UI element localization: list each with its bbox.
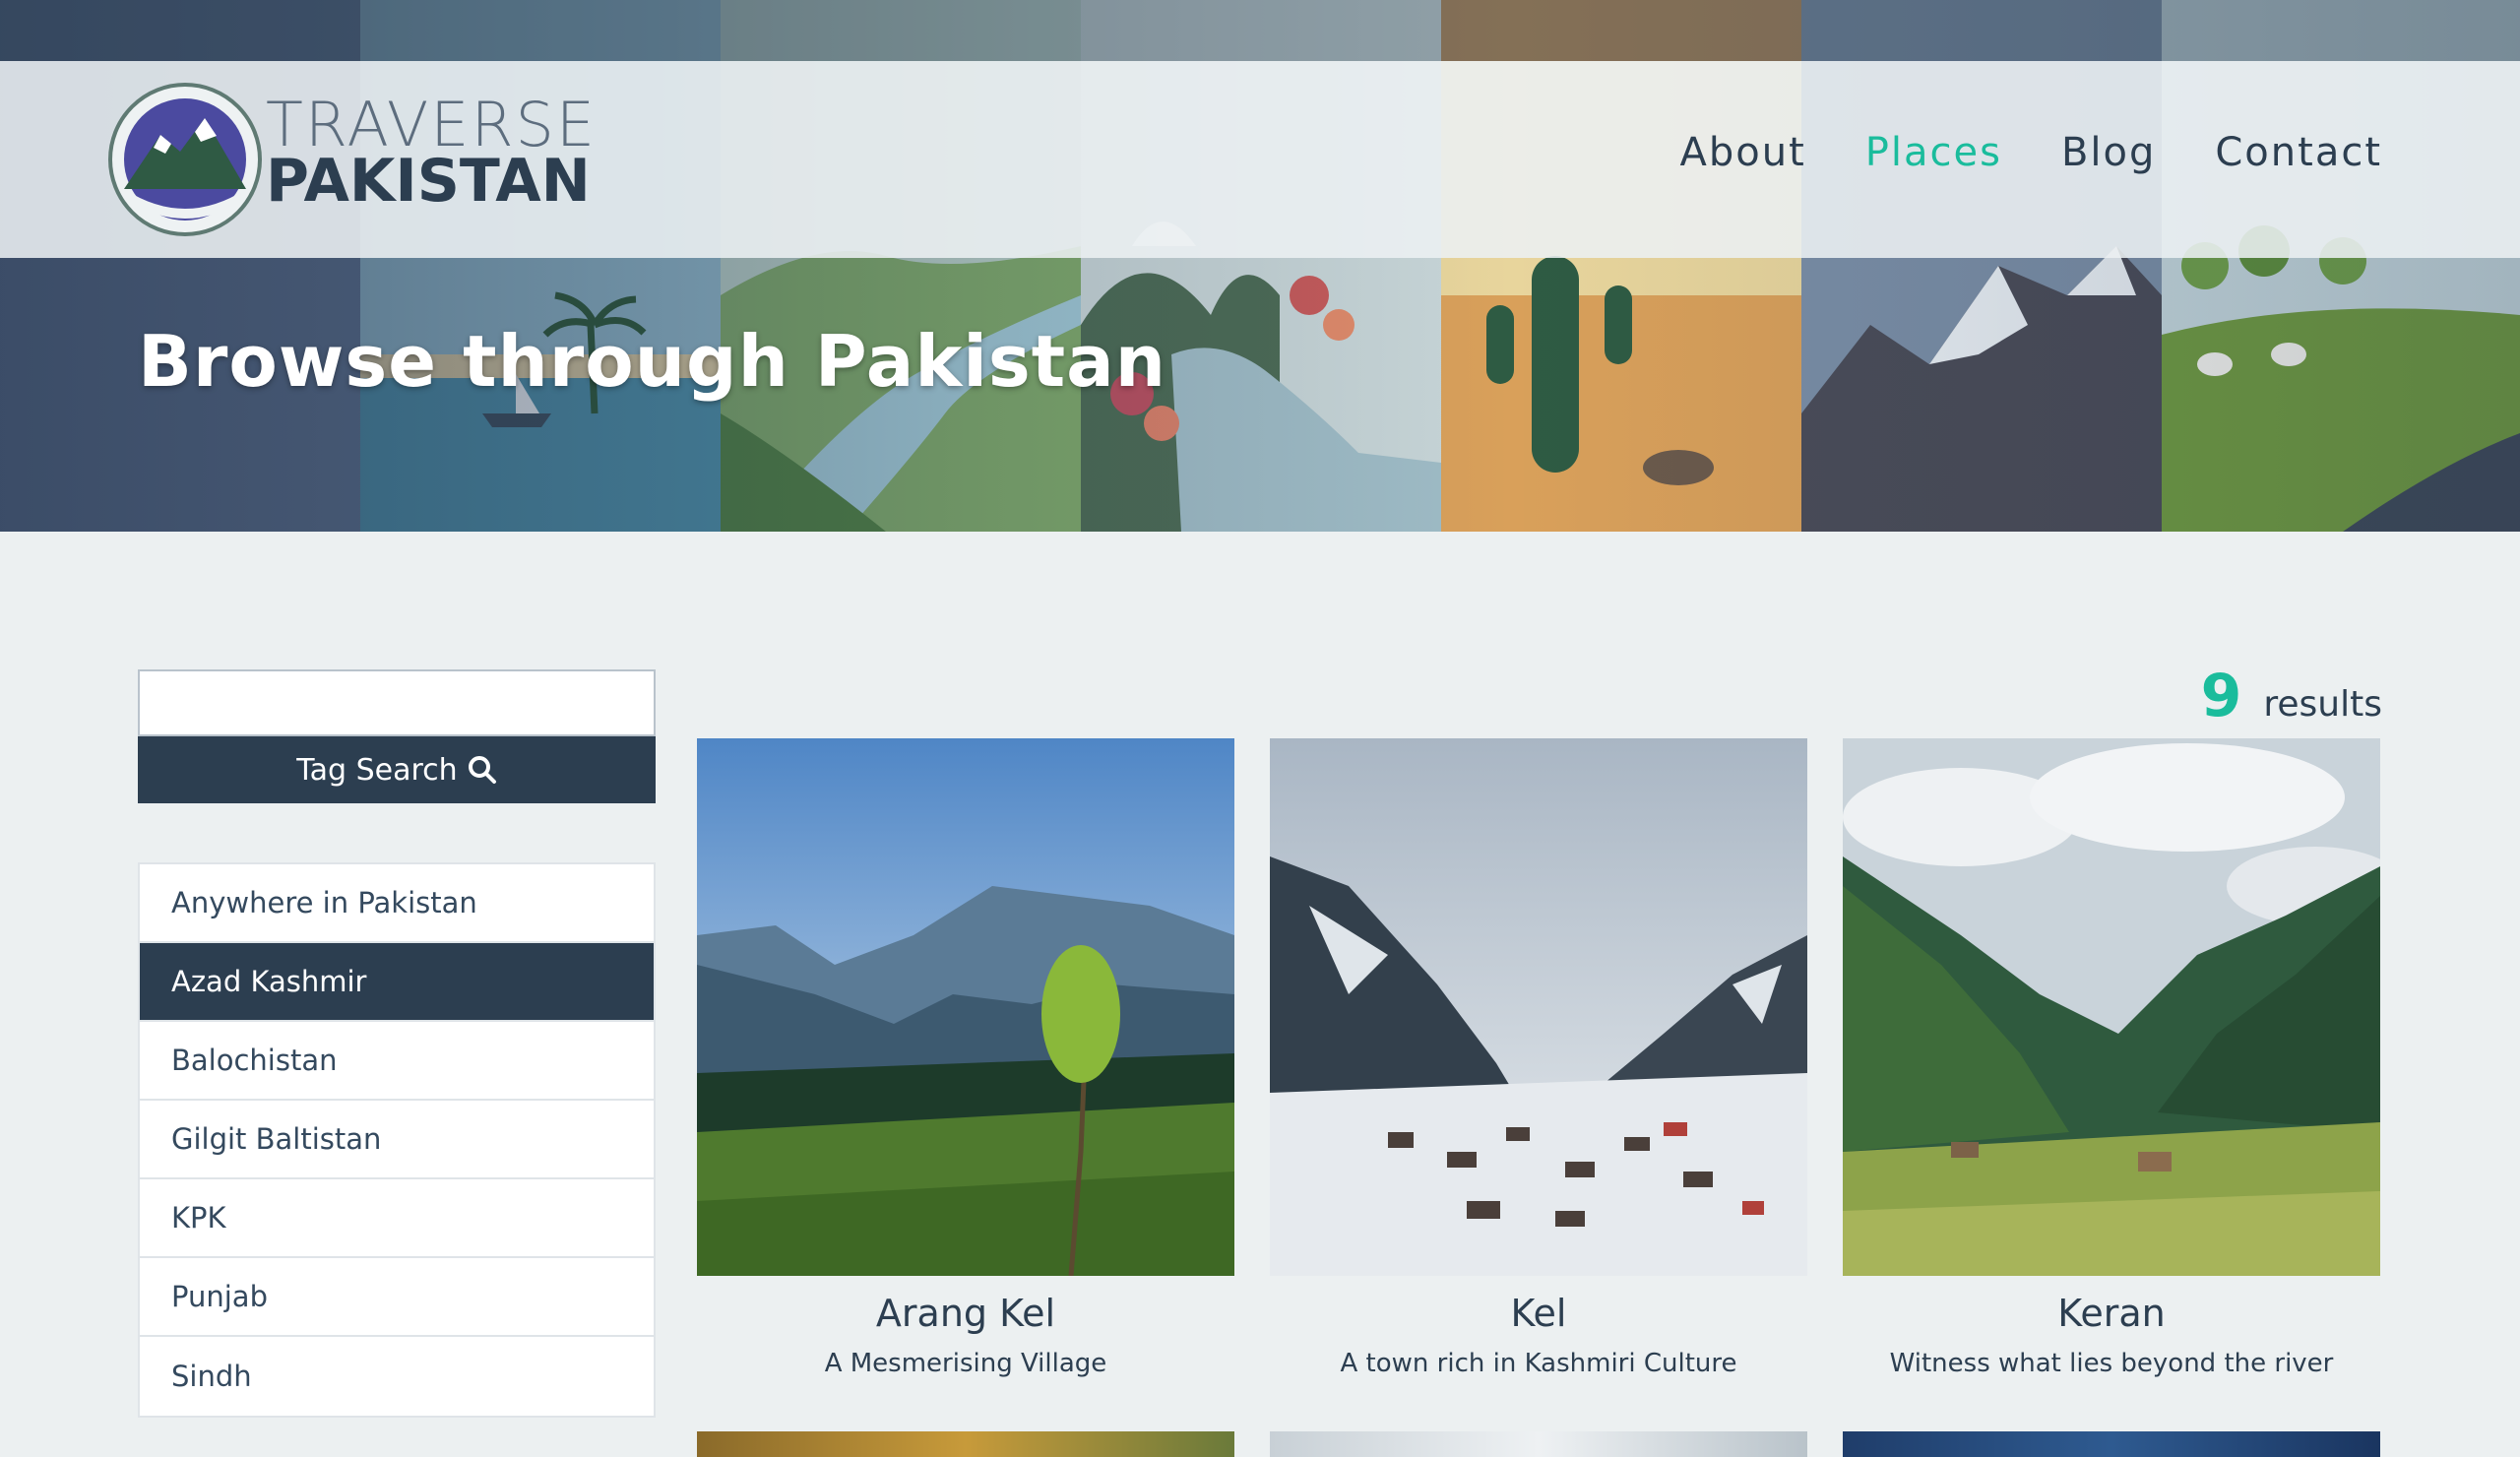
filter-balochistan[interactable]: Balochistan <box>140 1022 654 1101</box>
place-subtitle: Witness what lies beyond the river <box>1889 1349 2334 1378</box>
tag-search-button[interactable]: Tag Search <box>138 736 656 803</box>
brand-line-2: PAKISTAN <box>266 147 591 216</box>
search-icon <box>468 756 496 784</box>
place-subtitle: A Mesmerising Village <box>824 1349 1107 1378</box>
filter-punjab[interactable]: Punjab <box>140 1258 654 1337</box>
nav-blog[interactable]: Blog <box>2061 130 2156 175</box>
place-card-kel[interactable]: Kel A town rich in Kashmiri Culture <box>1270 738 1807 1378</box>
place-image[interactable] <box>1843 738 2380 1276</box>
mountain-logo-icon[interactable] <box>106 81 264 238</box>
region-filter-list: Anywhere in Pakistan Azad Kashmir Baloch… <box>138 862 656 1418</box>
place-card-arang-kel[interactable]: Arang Kel A Mesmerising Village <box>697 738 1234 1378</box>
place-image[interactable] <box>1270 738 1807 1276</box>
place-card-row2-1[interactable] <box>697 1431 1234 1457</box>
main-nav: About Places Blog Contact <box>1680 130 2383 175</box>
place-image[interactable] <box>697 738 1234 1276</box>
results-label: results <box>2263 684 2382 725</box>
tag-search-button-label: Tag Search <box>296 752 458 788</box>
results-count: 9 results <box>2201 662 2382 730</box>
place-title[interactable]: Kel <box>1270 1292 1807 1335</box>
hero-top-strip <box>0 0 2520 61</box>
place-card-row2-2[interactable] <box>1270 1431 1807 1457</box>
filter-anywhere[interactable]: Anywhere in Pakistan <box>140 864 654 943</box>
filter-kpk[interactable]: KPK <box>140 1179 654 1258</box>
page-title: Browse through Pakistan <box>138 320 1166 403</box>
nav-places[interactable]: Places <box>1865 130 2002 175</box>
nav-contact[interactable]: Contact <box>2215 130 2382 175</box>
filter-gilgit-baltistan[interactable]: Gilgit Baltistan <box>140 1101 654 1179</box>
place-title[interactable]: Keran <box>1843 1292 2380 1335</box>
nav-about[interactable]: About <box>1680 130 1806 175</box>
filter-azad-kashmir[interactable]: Azad Kashmir <box>140 943 654 1022</box>
tag-search-input[interactable] <box>138 669 656 736</box>
place-subtitle: A town rich in Kashmiri Culture <box>1340 1349 1737 1378</box>
place-card-row2-3[interactable] <box>1843 1431 2380 1457</box>
results-number: 9 <box>2200 662 2242 730</box>
filter-sindh[interactable]: Sindh <box>140 1337 654 1416</box>
place-card-keran[interactable]: Keran Witness what lies beyond the river <box>1843 738 2380 1378</box>
place-title[interactable]: Arang Kel <box>697 1292 1234 1335</box>
